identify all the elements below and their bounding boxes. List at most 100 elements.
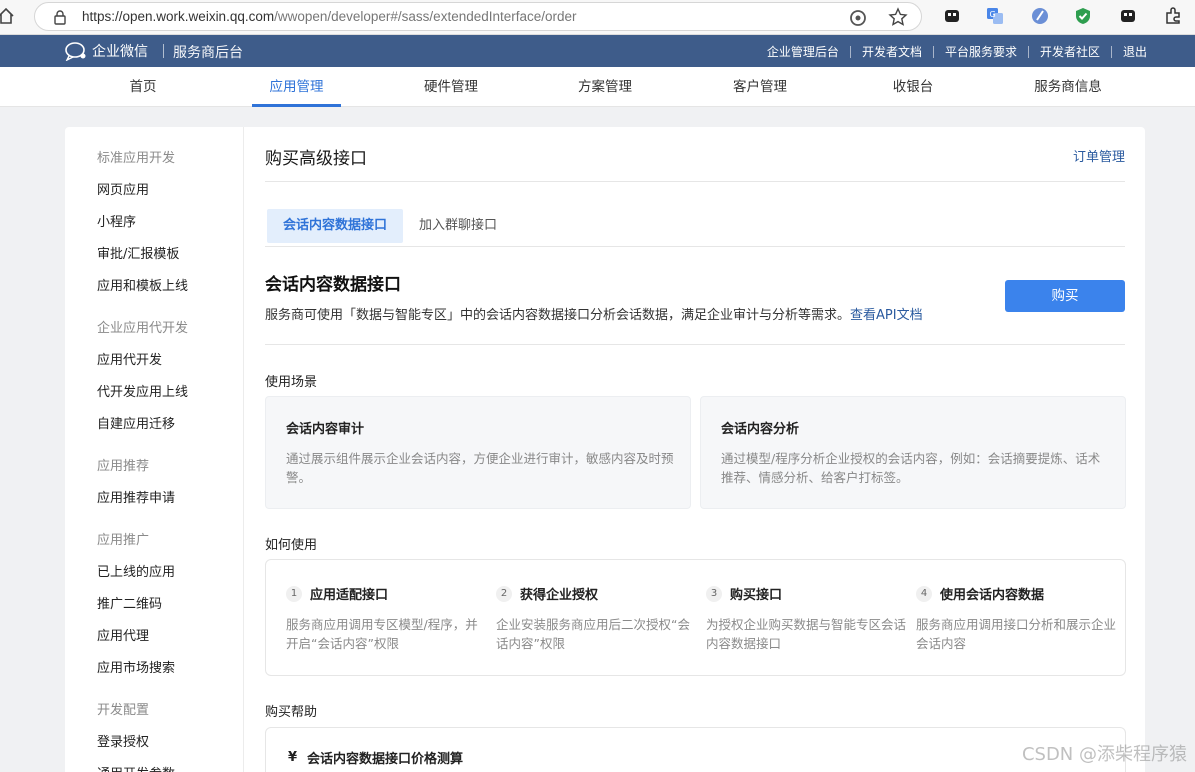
scene-title: 会话内容分析 bbox=[721, 422, 800, 437]
sidebar-item-approval-template[interactable]: 审批/汇报模板 bbox=[97, 243, 179, 262]
scene-text: 通过展示组件展示企业会话内容，方便企业进行审计，敏感内容及时预警。 bbox=[286, 451, 674, 485]
home-icon[interactable] bbox=[0, 6, 16, 26]
buy-button[interactable]: 购买 bbox=[1005, 280, 1125, 312]
divider bbox=[265, 344, 1125, 345]
shield-check-icon[interactable] bbox=[1073, 6, 1093, 26]
step-text: 服务商应用调用接口分析和展示企业会话内容 bbox=[916, 617, 1117, 651]
scene-text: 通过模型/程序分析企业授权的会话内容，例如：会话摘要提炼、话术推荐、情感分析、给… bbox=[721, 451, 1101, 485]
wecom-logo-icon bbox=[65, 42, 86, 61]
step-item: 1 应用适配接口 服务商应用调用专区模型/程序，并开启“会话内容”权限 bbox=[286, 584, 486, 653]
link-logout[interactable]: 退出 bbox=[1123, 43, 1147, 60]
top-navigation: 企业微信 服务商后台 企业管理后台 开发者文档 平台服务要求 开发者社区 退出 bbox=[0, 35, 1195, 67]
step-title: 应用适配接口 bbox=[310, 588, 389, 603]
logo[interactable]: 企业微信 bbox=[64, 41, 148, 61]
help-box: ¥ 会话内容数据接口价格测算 bbox=[265, 727, 1126, 772]
help-label: 购买帮助 bbox=[265, 705, 318, 720]
divider bbox=[265, 181, 1125, 182]
nav-customer-management[interactable]: 客户管理 bbox=[715, 67, 805, 107]
nav-app-management[interactable]: 应用管理 bbox=[252, 67, 341, 107]
sidebar-item-mini-program[interactable]: 小程序 bbox=[97, 211, 136, 230]
sidebar-group-title: 开发配置 bbox=[97, 703, 150, 718]
step-item: 4 使用会话内容数据 服务商应用调用接口分析和展示企业会话内容 bbox=[916, 584, 1116, 653]
refresh-icon[interactable] bbox=[848, 8, 868, 28]
sidebar-item-app-template-release[interactable]: 应用和模板上线 bbox=[97, 275, 188, 294]
sidebar: 标准应用开发 网页应用 小程序 审批/汇报模板 应用和模板上线 企业应用代开发 … bbox=[65, 127, 244, 772]
link-dev-community[interactable]: 开发者社区 bbox=[1040, 43, 1100, 60]
api-doc-link[interactable]: 查看API文档 bbox=[850, 308, 923, 323]
top-links: 企业管理后台 开发者文档 平台服务要求 开发者社区 退出 bbox=[767, 43, 1147, 60]
extension-icon[interactable] bbox=[1118, 6, 1138, 26]
tab-session-data-api[interactable]: 会话内容数据接口 bbox=[267, 209, 403, 243]
step-text: 企业安装服务商应用后二次授权“会话内容”权限 bbox=[496, 617, 690, 651]
sidebar-item-promo-qrcode[interactable]: 推广二维码 bbox=[97, 593, 162, 612]
sidebar-item-app-agent[interactable]: 应用代理 bbox=[97, 625, 149, 644]
nav-provider-info[interactable]: 服务商信息 bbox=[1022, 67, 1114, 107]
divider bbox=[932, 45, 934, 58]
lock-icon[interactable] bbox=[53, 9, 67, 25]
translate-icon[interactable]: G bbox=[985, 6, 1005, 26]
nav-solution-management[interactable]: 方案管理 bbox=[560, 67, 650, 107]
sidebar-item-self-built-migration[interactable]: 自建应用迁移 bbox=[97, 413, 175, 432]
favorite-star-icon[interactable] bbox=[888, 7, 908, 27]
scene-card: 会话内容审计 通过展示组件展示企业会话内容，方便企业进行审计，敏感内容及时预警。 bbox=[265, 396, 691, 509]
step-number: 4 bbox=[916, 585, 932, 602]
divider bbox=[163, 44, 164, 58]
sidebar-item-agent-app-release[interactable]: 代开发应用上线 bbox=[97, 381, 188, 400]
step-number: 2 bbox=[496, 585, 512, 602]
sidebar-item-market-search[interactable]: 应用市场搜索 bbox=[97, 657, 175, 676]
active-tab-indicator bbox=[252, 104, 341, 107]
step-number: 3 bbox=[706, 585, 722, 602]
yuan-icon: ¥ bbox=[288, 750, 298, 765]
sidebar-item-login-auth[interactable]: 登录授权 bbox=[97, 731, 149, 750]
step-text: 服务商应用调用专区模型/程序，并开启“会话内容”权限 bbox=[286, 617, 478, 651]
price-estimate-item[interactable]: ¥ 会话内容数据接口价格测算 bbox=[288, 748, 463, 767]
puzzle-extensions-icon[interactable] bbox=[1163, 6, 1183, 26]
watermark: CSDN @添柴程序猿 bbox=[1021, 744, 1187, 765]
scenes-label: 使用场景 bbox=[265, 375, 318, 390]
step-text: 为授权企业购买数据与智能专区会话内容数据接口 bbox=[706, 617, 907, 651]
price-estimate-label: 会话内容数据接口价格测算 bbox=[307, 752, 464, 767]
steps-box: 1 应用适配接口 服务商应用调用专区模型/程序，并开启“会话内容”权限 2 获得企业… bbox=[265, 559, 1126, 676]
main-card: 标准应用开发 网页应用 小程序 审批/汇报模板 应用和模板上线 企业应用代开发 … bbox=[65, 127, 1145, 772]
sidebar-item-released-apps[interactable]: 已上线的应用 bbox=[97, 561, 175, 580]
tab-join-group-chat-api[interactable]: 加入群聊接口 bbox=[419, 209, 497, 243]
sidebar-group-title: 应用推广 bbox=[97, 533, 150, 548]
sidebar-group-title: 标准应用开发 bbox=[97, 151, 176, 166]
divider bbox=[1027, 45, 1029, 58]
portal-name: 服务商后台 bbox=[173, 45, 243, 61]
address-bar[interactable]: https://open.work.weixin.qq.com/wwopen/d… bbox=[34, 2, 922, 31]
order-management-link[interactable]: 订单管理 bbox=[1073, 146, 1125, 165]
nav-home[interactable]: 首页 bbox=[103, 67, 183, 107]
link-dev-docs[interactable]: 开发者文档 bbox=[862, 43, 922, 60]
sidebar-item-agent-dev[interactable]: 应用代开发 bbox=[97, 349, 162, 368]
scene-card: 会话内容分析 通过模型/程序分析企业授权的会话内容，例如：会话摘要提炼、话术推荐… bbox=[700, 396, 1126, 509]
sidebar-item-recommend-apply[interactable]: 应用推荐申请 bbox=[97, 487, 175, 506]
link-platform-requirements[interactable]: 平台服务要求 bbox=[945, 43, 1017, 60]
divider bbox=[1110, 45, 1112, 58]
section-title: 会话内容数据接口 bbox=[265, 275, 401, 295]
url-text[interactable]: https://open.work.weixin.qq.com/wwopen/d… bbox=[82, 9, 577, 24]
main-navigation: 首页 应用管理 硬件管理 方案管理 客户管理 收银台 服务商信息 bbox=[0, 67, 1195, 107]
divider bbox=[265, 246, 1125, 247]
svg-text:G: G bbox=[990, 10, 996, 19]
page-title: 购买高级接口 bbox=[265, 149, 367, 169]
browser-toolbar: https://open.work.weixin.qq.com/wwopen/d… bbox=[0, 0, 1195, 35]
nav-hardware-management[interactable]: 硬件管理 bbox=[406, 67, 496, 107]
step-item: 2 获得企业授权 企业安装服务商应用后二次授权“会话内容”权限 bbox=[496, 584, 696, 653]
sidebar-item-dev-params[interactable]: 通用开发参数 bbox=[97, 763, 175, 772]
nav-cashier[interactable]: 收银台 bbox=[873, 67, 953, 107]
section-description: 服务商可使用「数据与智能专区」中的会话内容数据接口分析会话数据，满足企业审计与分… bbox=[265, 304, 923, 323]
sidebar-group-title: 应用推荐 bbox=[97, 459, 150, 474]
extension-globe-icon[interactable] bbox=[1030, 6, 1050, 26]
sidebar-group-title: 企业应用代开发 bbox=[97, 321, 189, 336]
step-title: 获得企业授权 bbox=[520, 588, 599, 603]
step-number: 1 bbox=[286, 585, 302, 602]
link-admin-console[interactable]: 企业管理后台 bbox=[767, 43, 839, 60]
extension-icon[interactable] bbox=[942, 6, 962, 26]
howto-label: 如何使用 bbox=[265, 538, 318, 553]
divider bbox=[849, 45, 851, 58]
scene-title: 会话内容审计 bbox=[286, 422, 365, 437]
step-title: 购买接口 bbox=[730, 588, 783, 603]
step-title: 使用会话内容数据 bbox=[940, 588, 1045, 603]
sidebar-item-web-app[interactable]: 网页应用 bbox=[97, 179, 149, 198]
